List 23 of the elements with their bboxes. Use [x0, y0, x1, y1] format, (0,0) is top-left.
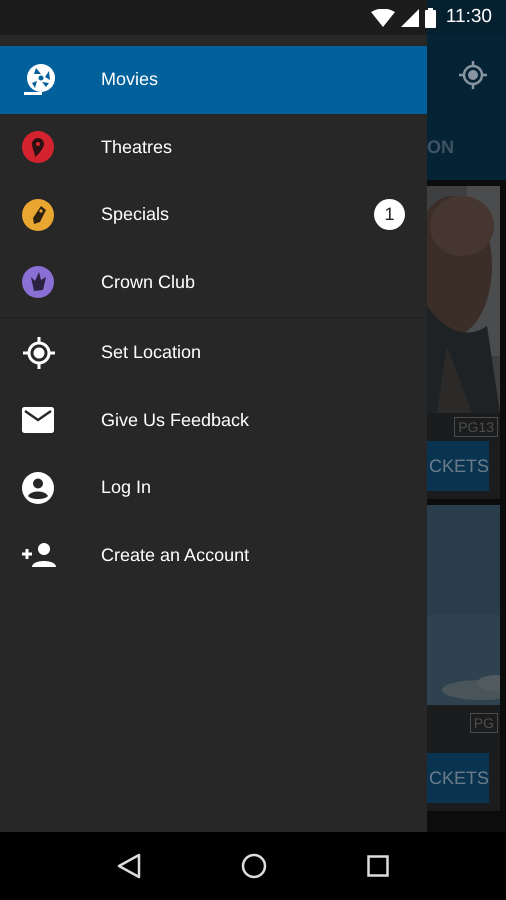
crosshair-icon — [458, 60, 488, 90]
wifi-icon — [370, 8, 395, 26]
signal-icon — [400, 8, 419, 26]
status-time: 11:30 — [446, 5, 492, 30]
add-person-icon — [22, 543, 56, 568]
item-label: Log In — [101, 476, 152, 500]
envelope-icon — [22, 407, 54, 434]
item-label: Theatres — [101, 136, 174, 159]
item-label: Movies — [101, 68, 160, 92]
crosshair-icon — [22, 336, 56, 370]
home-icon[interactable] — [241, 853, 267, 879]
user-circle-icon — [22, 472, 54, 504]
item-label: Set Location — [101, 341, 202, 364]
recents-icon[interactable] — [367, 855, 389, 877]
back-icon[interactable] — [117, 853, 141, 879]
drawer-item[interactable]: Movies — [0, 46, 427, 114]
item-label: Give Us Feedback — [101, 408, 250, 432]
item-label: Create an Account — [101, 544, 250, 567]
item-label: Specials — [101, 203, 170, 226]
film-reel-icon — [22, 62, 58, 97]
battery-icon — [424, 8, 436, 28]
count-badge: 1 — [374, 199, 405, 230]
item-label: Crown Club — [101, 270, 196, 294]
